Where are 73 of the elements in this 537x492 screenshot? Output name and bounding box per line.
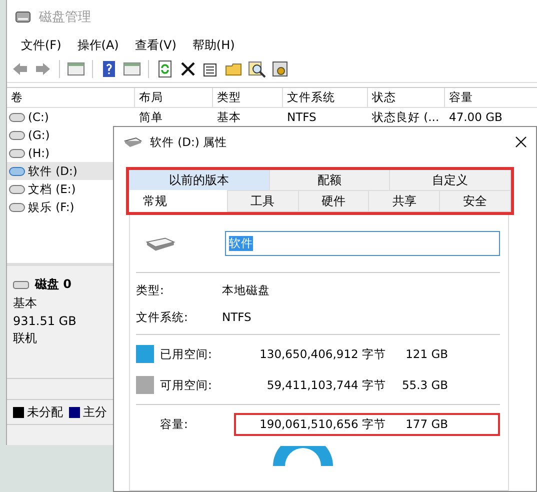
table-cell-text: 基本	[216, 108, 242, 126]
table-cell-text: 47.00 GB	[448, 109, 504, 126]
volume-name: 软件 (D:)	[28, 164, 78, 178]
drive-icon	[146, 236, 175, 252]
info-value: NTFS	[222, 310, 252, 324]
close-icon	[515, 136, 527, 148]
info-label: 类型:	[136, 282, 165, 298]
info-value: 本地磁盘	[222, 282, 271, 298]
drive-icon	[9, 112, 25, 122]
disk-name: 磁盘 0	[35, 276, 72, 293]
tab[interactable]: 安全	[440, 191, 512, 212]
panel-icon[interactable]	[123, 60, 141, 78]
tab[interactable]: 工具	[228, 191, 299, 212]
volume-row[interactable]: (C:)	[7, 108, 135, 126]
delete-icon[interactable]	[179, 60, 197, 78]
volume-name: (H:)	[28, 146, 50, 160]
space-label: 可用空间:	[160, 378, 213, 392]
capacity-label: 容量:	[159, 417, 189, 432]
capacity-bytes: 190,061,510,656 字节	[258, 417, 386, 432]
refresh-icon[interactable]	[156, 60, 174, 78]
dialog-title: 软件 (D:) 属性	[150, 134, 228, 150]
volume-name: (G:)	[28, 128, 50, 142]
capacity-size: 177 GB	[404, 417, 448, 432]
legend-label: 主分	[83, 404, 107, 420]
menu-item[interactable]: 查看(V)	[126, 36, 184, 54]
tab[interactable]: 自定义	[390, 170, 511, 191]
tab[interactable]: 以前的版本	[129, 170, 270, 191]
space-bytes: 130,650,406,912 字节	[258, 346, 386, 362]
column-header[interactable]: 状态	[368, 88, 445, 108]
column-header[interactable]: 布局	[135, 88, 213, 108]
space-bytes: 59,411,103,744 字节	[266, 378, 386, 392]
forward-arrow-icon[interactable]	[34, 60, 52, 78]
legend-label: 未分配	[27, 404, 63, 420]
help-icon[interactable]	[100, 60, 118, 78]
name-value: 软件	[228, 236, 253, 251]
space-size: 55.3 GB	[400, 378, 448, 392]
magnifier-icon[interactable]	[248, 60, 266, 78]
volume-name: (C:)	[28, 110, 49, 124]
volume-name: 娱乐 (F:)	[28, 200, 74, 214]
column-header[interactable]: 文件系统	[283, 88, 368, 108]
tab[interactable]: 共享	[369, 191, 440, 212]
table-cell-text: 简单	[138, 108, 164, 126]
space-size: 121 GB	[404, 347, 448, 361]
volume-name: 文档 (E:)	[28, 182, 76, 196]
panel-icon[interactable]	[67, 60, 85, 78]
table-cell-text: 状态良好 (...	[371, 108, 440, 126]
drive-icon	[9, 202, 25, 212]
tab[interactable]: 硬件	[298, 191, 370, 212]
menu-item[interactable]: 帮助(H)	[184, 36, 243, 54]
back-arrow-icon[interactable]	[11, 60, 29, 78]
tab[interactable]: 常规	[129, 190, 228, 212]
space-label: 已用空间:	[160, 346, 213, 362]
tab[interactable]: 配额	[270, 170, 390, 191]
disk-status: 联机	[13, 330, 38, 347]
window-title: 磁盘管理	[39, 9, 91, 26]
column-header[interactable]: 卷	[7, 88, 135, 108]
menu-item[interactable]: 操作(A)	[69, 36, 127, 54]
settings-icon[interactable]	[271, 60, 289, 78]
drive-icon	[13, 280, 29, 288]
column-header[interactable]: 类型	[213, 88, 283, 108]
volume-row[interactable]: (H:)	[7, 144, 135, 162]
drive-icon	[9, 148, 25, 158]
drive-icon	[9, 130, 25, 140]
volume-row[interactable]: (G:)	[7, 126, 135, 144]
menu-item[interactable]: 文件(F)	[13, 36, 70, 54]
column-header[interactable]: 容量	[445, 88, 537, 108]
drive-icon	[9, 184, 25, 194]
table-cell-text: NTFS	[286, 109, 318, 126]
disk-type: 基本	[13, 295, 38, 312]
drive-icon	[124, 137, 142, 147]
info-label: 文件系统:	[136, 310, 189, 324]
drive-icon	[9, 166, 25, 176]
disk-size: 931.51 GB	[13, 314, 78, 328]
